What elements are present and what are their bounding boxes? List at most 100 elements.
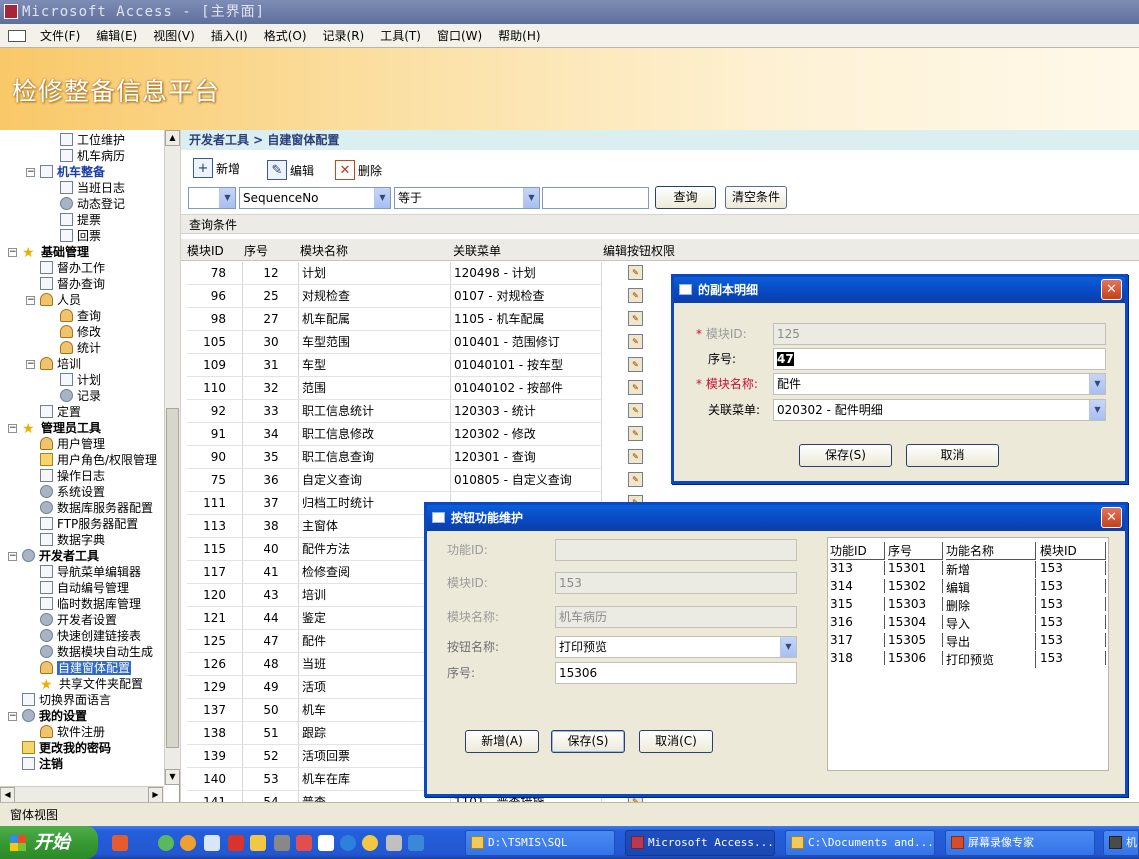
- filter-operator-combo[interactable]: 等于 ▼: [394, 187, 540, 209]
- edit-permission-icon[interactable]: ✎: [628, 403, 643, 418]
- quicklaunch-app-icon[interactable]: [112, 835, 128, 851]
- tree-item[interactable]: 导航菜单编辑器: [40, 564, 141, 580]
- tree-collapse-icon[interactable]: −: [8, 552, 17, 561]
- tree-item[interactable]: 机车整备: [40, 164, 105, 180]
- tree-collapse-icon[interactable]: −: [8, 248, 17, 257]
- access-app-icon[interactable]: [4, 4, 18, 19]
- tree-item[interactable]: 切换界面语言: [22, 692, 111, 708]
- edit-permission-icon[interactable]: ✎: [628, 449, 643, 464]
- tree-item[interactable]: 记录: [60, 388, 101, 404]
- tree-item[interactable]: 开发者工具: [22, 548, 99, 564]
- clear-conditions-button[interactable]: 清空条件: [725, 186, 787, 209]
- tree-item[interactable]: 提票: [60, 212, 101, 228]
- tree-item[interactable]: 注销: [22, 756, 63, 772]
- tree-item[interactable]: 数据字典: [40, 532, 105, 548]
- quicklaunch-list-icon[interactable]: [318, 835, 334, 851]
- window-title-bar[interactable]: Microsoft Access - [主界面]: [0, 0, 1139, 24]
- tree-item[interactable]: 数据模块自动生成: [40, 644, 153, 660]
- tree-item[interactable]: 修改: [60, 324, 101, 340]
- table-row[interactable]: 92 33 职工信息统计 120303 - 统计: [187, 400, 602, 423]
- tree-item[interactable]: 统计: [60, 340, 101, 356]
- table-row[interactable]: 105 30 车型范围 010401 - 范围修订: [187, 331, 602, 354]
- seq-field[interactable]: 15306: [555, 662, 797, 684]
- edit-permission-icon[interactable]: ✎: [628, 380, 643, 395]
- close-icon[interactable]: ✕: [1101, 507, 1122, 528]
- menu-insert[interactable]: 插入(I): [203, 27, 256, 44]
- tree-horizontal-scrollbar[interactable]: ◀ ▶: [0, 786, 164, 803]
- quicklaunch-media-icon[interactable]: [296, 835, 312, 851]
- edit-permission-icon[interactable]: ✎: [628, 311, 643, 326]
- seq-field[interactable]: 47: [773, 348, 1106, 370]
- list-item[interactable]: 318 15306 打印预览 153: [828, 650, 1108, 668]
- menu-window[interactable]: 窗口(W): [429, 27, 490, 44]
- edit-button[interactable]: ✎ 编辑: [267, 158, 314, 182]
- list-item[interactable]: 315 15303 删除 153: [828, 596, 1108, 614]
- tree-item[interactable]: ★ 管理员工具: [22, 420, 101, 437]
- edit-permission-icon[interactable]: ✎: [628, 288, 643, 303]
- cancel-button[interactable]: 取消: [906, 444, 999, 467]
- tree-item[interactable]: 计划: [60, 372, 101, 388]
- quicklaunch-cd-icon[interactable]: [362, 835, 378, 851]
- tree-item[interactable]: 软件注册: [40, 724, 105, 740]
- table-row[interactable]: 90 35 职工信息查询 120301 - 查询: [187, 446, 602, 469]
- tree-item[interactable]: 开发者设置: [40, 612, 117, 628]
- button-function-list[interactable]: 功能ID 序号 功能名称 模块ID 313 15301 新增 153 314 15302 编辑 153…: [827, 537, 1109, 771]
- tree-item[interactable]: 机车病历: [60, 148, 125, 164]
- tree-item[interactable]: 我的设置: [22, 708, 87, 724]
- menu-help[interactable]: 帮助(H): [490, 27, 548, 44]
- edit-permission-icon[interactable]: ✎: [628, 357, 643, 372]
- tree-item[interactable]: 回票: [60, 228, 101, 244]
- filter-value-input[interactable]: [542, 187, 649, 209]
- tree-collapse-icon[interactable]: −: [26, 296, 35, 305]
- tree-item[interactable]: 当班日志: [60, 180, 125, 196]
- tree-item[interactable]: 工位维护: [60, 132, 125, 148]
- task-other[interactable]: 机: [1103, 830, 1139, 856]
- tree-collapse-icon[interactable]: −: [8, 712, 17, 721]
- edit-permission-icon[interactable]: ✎: [628, 472, 643, 487]
- filter-logic-combo[interactable]: ▼: [188, 187, 236, 209]
- menu-edit[interactable]: 编辑(E): [88, 27, 145, 44]
- list-item[interactable]: 317 15305 导出 153: [828, 632, 1108, 650]
- menu-format[interactable]: 格式(O): [256, 27, 315, 44]
- quicklaunch-tool-icon[interactable]: [228, 835, 244, 851]
- tree-collapse-icon[interactable]: −: [26, 168, 35, 177]
- list-item[interactable]: 313 15301 新增 153: [828, 560, 1108, 578]
- chevron-down-icon[interactable]: ▼: [523, 188, 539, 208]
- task-explorer-sql[interactable]: D:\TSMIS\SQL: [465, 830, 615, 856]
- scroll-thumb[interactable]: [166, 408, 179, 748]
- quicklaunch-ie-icon[interactable]: [340, 835, 356, 851]
- menu-tools[interactable]: 工具(T): [372, 27, 429, 44]
- new-button[interactable]: 新增(A): [465, 730, 539, 753]
- delete-button[interactable]: ✕ 删除: [335, 158, 382, 182]
- quicklaunch-desktop-icon[interactable]: [204, 835, 220, 851]
- tree-collapse-icon[interactable]: −: [26, 360, 35, 369]
- tree-item[interactable]: 临时数据库管理: [40, 596, 141, 612]
- scroll-left-arrow-icon[interactable]: ◀: [0, 787, 15, 803]
- tree-item[interactable]: 督办工作: [40, 260, 105, 276]
- quicklaunch-app2-icon[interactable]: [408, 835, 424, 851]
- table-row[interactable]: 78 12 计划 120498 - 计划: [187, 262, 602, 285]
- start-button[interactable]: 开始: [0, 826, 98, 859]
- table-row[interactable]: 98 27 机车配属 1105 - 机车配属: [187, 308, 602, 331]
- copy-detail-dialog-title-bar[interactable]: 的副本明细 ✕: [674, 277, 1125, 303]
- tree-item[interactable]: 人员: [40, 292, 81, 308]
- edit-permission-icon[interactable]: ✎: [628, 334, 643, 349]
- task-access[interactable]: Microsoft Access...: [625, 830, 775, 856]
- chevron-down-icon[interactable]: ▼: [1089, 374, 1105, 394]
- tree-item[interactable]: 数据库服务器配置: [40, 500, 153, 516]
- navigation-tree[interactable]: 工位维护 机车病历 机车整备 − 当班日志 动态登记 提票 回票 ★ 基础管理 − 督办工作 督办查询人…: [0, 130, 180, 802]
- tree-item[interactable]: 定置: [40, 404, 81, 420]
- quicklaunch-calc-icon[interactable]: [386, 835, 402, 851]
- quicklaunch-browser-icon[interactable]: [158, 835, 174, 851]
- scroll-down-arrow-icon[interactable]: ▼: [165, 769, 180, 785]
- quicklaunch-util-icon[interactable]: [274, 835, 290, 851]
- quicklaunch-folder-icon[interactable]: [250, 835, 266, 851]
- tree-item[interactable]: 自建窗体配置: [40, 660, 132, 676]
- close-icon[interactable]: ✕: [1101, 279, 1122, 300]
- edit-permission-icon[interactable]: ✎: [628, 426, 643, 441]
- tree-collapse-icon[interactable]: −: [8, 424, 17, 433]
- list-item[interactable]: 316 15304 导入 153: [828, 614, 1108, 632]
- list-item[interactable]: 314 15302 编辑 153: [828, 578, 1108, 596]
- save-button[interactable]: 保存(S): [551, 730, 625, 753]
- tree-item[interactable]: 快速创建链接表: [40, 628, 141, 644]
